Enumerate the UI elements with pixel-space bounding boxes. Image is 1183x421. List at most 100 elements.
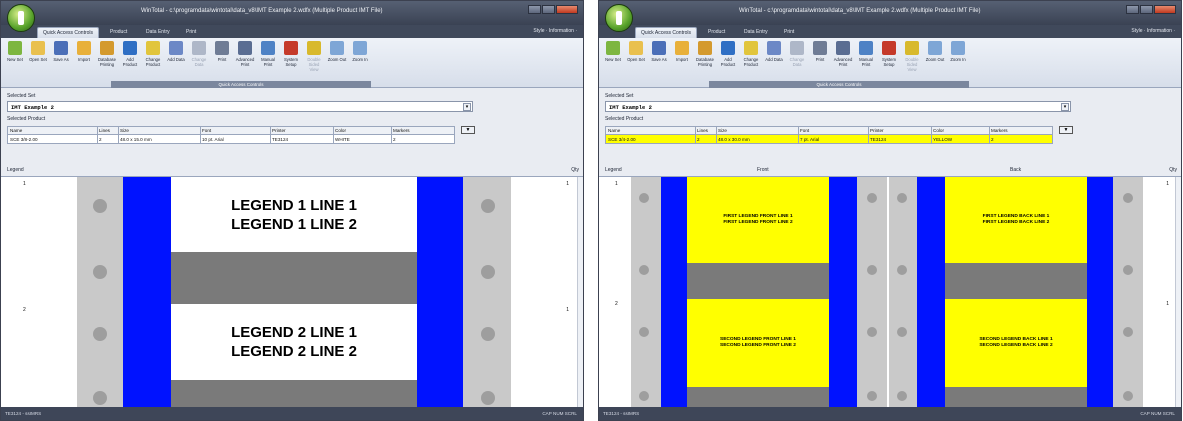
open-set-button[interactable]: Open Set (626, 41, 646, 81)
save-as-button[interactable]: Save As (649, 41, 669, 81)
legend-line: FIRST LEGEND FRONT LINE 2 (723, 220, 793, 225)
app-menu-orb-icon[interactable] (605, 4, 633, 32)
ribbon-button-label: Print (217, 57, 227, 62)
col-color: Color (335, 128, 346, 133)
ribbon-button-label: Zoom Out (925, 57, 945, 62)
chevron-down-icon[interactable]: ▾ (1061, 103, 1069, 111)
carrier-hole (867, 265, 877, 275)
table-row[interactable]: SCE 3/4-2.00 2 48.0 x 30.0 mm 7 pt. Aria… (606, 136, 1052, 144)
advanced-print-button[interactable]: Advanced Print (235, 41, 255, 81)
label-legend-2-front[interactable]: SECOND LEGEND FRONT LINE 1 SECOND LEGEND… (687, 299, 829, 387)
selected-set-dropdown[interactable]: IMT Example 2 ▾ (605, 101, 1071, 112)
product-grid-header: Name Lines Size Font Printer Color Marke… (8, 127, 454, 135)
manual-print-button[interactable]: Manual Print (856, 41, 876, 81)
title-bar[interactable]: WinTotal - c:\programdata\wintotal\data_… (599, 1, 1181, 32)
grid-divider (716, 127, 717, 144)
tab-print[interactable]: Print (779, 27, 799, 38)
ribbon-button-label: Open Set (29, 57, 47, 62)
import-button[interactable]: Import (672, 41, 692, 81)
tab-product[interactable]: Product (105, 27, 132, 38)
manual-print-button[interactable]: Manual Print (258, 41, 278, 81)
legend-line: LEGEND 1 LINE 1 (231, 196, 357, 214)
database-button[interactable]: Database Printing (695, 41, 715, 81)
change-product-button[interactable]: Change Product (741, 41, 761, 81)
ribbon-button-label: New Set (7, 57, 23, 62)
tab-product[interactable]: Product (703, 27, 730, 38)
label-legend-2-back[interactable]: SECOND LEGEND BACK LINE 1 SECOND LEGEND … (945, 299, 1087, 387)
print-button[interactable]: Print (212, 41, 232, 81)
style-information-menu[interactable]: Style · Information · (533, 28, 577, 34)
maximize-button[interactable] (1140, 5, 1153, 14)
carrier-hole (93, 199, 107, 213)
system-setup-button[interactable]: System Setup (879, 41, 899, 81)
add-product-button[interactable]: Add Product (120, 41, 140, 81)
ribbon-button-label: Change Data (191, 57, 207, 67)
title-bar[interactable]: WinTotal - c:\programdata\wintotal\data_… (1, 1, 583, 32)
selected-product-label: Selected Product (7, 116, 46, 122)
change-product-icon (146, 41, 160, 55)
legend-canvas[interactable]: 1 2 LEGEND 1 LINE 1 LEGEND 1 LINE 2 LEGE… (1, 176, 583, 409)
vertical-scrollbar[interactable] (1175, 177, 1181, 409)
manual-print-icon (261, 41, 275, 55)
save-as-button[interactable]: Save As (51, 41, 71, 81)
legend-canvas[interactable]: 1 2 FIRST LEGEND FRONT LINE 1 FIRST LEGE… (599, 176, 1181, 409)
product-grid[interactable]: Name Lines Size Font Printer Color Marke… (7, 126, 455, 144)
change-data-button[interactable]: Change Data (189, 41, 209, 81)
app-menu-orb-icon[interactable] (7, 4, 35, 32)
col-font: Font (800, 128, 810, 133)
advanced-print-button[interactable]: Advanced Print (833, 41, 853, 81)
add-data-button[interactable]: Add Data (166, 41, 186, 81)
tab-data-entry[interactable]: Data Entry (141, 27, 175, 38)
label-legend-1-back[interactable]: FIRST LEGEND BACK LINE 1 FIRST LEGEND BA… (945, 177, 1087, 263)
change-product-icon (744, 41, 758, 55)
tab-data-entry[interactable]: Data Entry (739, 27, 773, 38)
close-button[interactable] (1154, 5, 1176, 14)
zoom-in-button[interactable]: Zoom In (948, 41, 968, 81)
grid-divider (695, 127, 696, 144)
chevron-down-icon[interactable]: ▾ (463, 103, 471, 111)
selected-set-value: IMT Example 2 (609, 104, 652, 111)
col-printer: Printer (870, 128, 884, 133)
sleeve-carrier-front-left (631, 177, 661, 409)
style-information-menu[interactable]: Style · Information · (1131, 28, 1175, 34)
carrier-hole (867, 327, 877, 337)
maximize-button[interactable] (542, 5, 555, 14)
close-button[interactable] (556, 5, 578, 14)
zoom-out-button[interactable]: Zoom Out (327, 41, 347, 81)
system-setup-button[interactable]: System Setup (281, 41, 301, 81)
minimize-button[interactable] (528, 5, 541, 14)
zoom-in-button[interactable]: Zoom In (350, 41, 370, 81)
double-sided-button[interactable]: Double Sided View (304, 41, 324, 81)
carrier-hole (93, 327, 107, 341)
selected-set-dropdown[interactable]: IMT Example 2 ▾ (7, 101, 473, 112)
tab-quick-access[interactable]: Quick Access Controls (37, 27, 100, 38)
new-set-button[interactable]: New Set (603, 41, 623, 81)
new-set-button[interactable]: New Set (5, 41, 25, 81)
minimize-button[interactable] (1126, 5, 1139, 14)
label-legend-2[interactable]: LEGEND 2 LINE 1 LEGEND 2 LINE 2 (171, 304, 417, 380)
label-legend-1-front[interactable]: FIRST LEGEND FRONT LINE 1 FIRST LEGEND F… (687, 177, 829, 263)
add-data-icon (169, 41, 183, 55)
open-set-button[interactable]: Open Set (28, 41, 48, 81)
tab-print[interactable]: Print (181, 27, 201, 38)
legend-number-column: 1 2 (599, 177, 631, 409)
carrier-hole (867, 193, 877, 203)
open-set-icon (31, 41, 45, 55)
zoom-out-button[interactable]: Zoom Out (925, 41, 945, 81)
import-button[interactable]: Import (74, 41, 94, 81)
table-row[interactable]: SCE 3/8-2.00 2 48.0 x 15.0 mm 10 pt. Ari… (8, 136, 454, 144)
tab-quick-access[interactable]: Quick Access Controls (635, 27, 698, 38)
change-product-button[interactable]: Change Product (143, 41, 163, 81)
vertical-scrollbar[interactable] (577, 177, 583, 409)
label-legend-1[interactable]: LEGEND 1 LINE 1 LEGEND 1 LINE 2 (171, 177, 417, 252)
product-menu-button[interactable]: ▼ (461, 126, 475, 134)
product-menu-button[interactable]: ▼ (1059, 126, 1073, 134)
double-sided-button[interactable]: Double Sided View (902, 41, 922, 81)
database-button[interactable]: Database Printing (97, 41, 117, 81)
change-data-button[interactable]: Change Data (787, 41, 807, 81)
add-data-button[interactable]: Add Data (764, 41, 784, 81)
print-button[interactable]: Print (810, 41, 830, 81)
product-grid[interactable]: Name Lines Size Font Printer Color Marke… (605, 126, 1053, 144)
grid-divider (989, 127, 990, 144)
add-product-button[interactable]: Add Product (718, 41, 738, 81)
